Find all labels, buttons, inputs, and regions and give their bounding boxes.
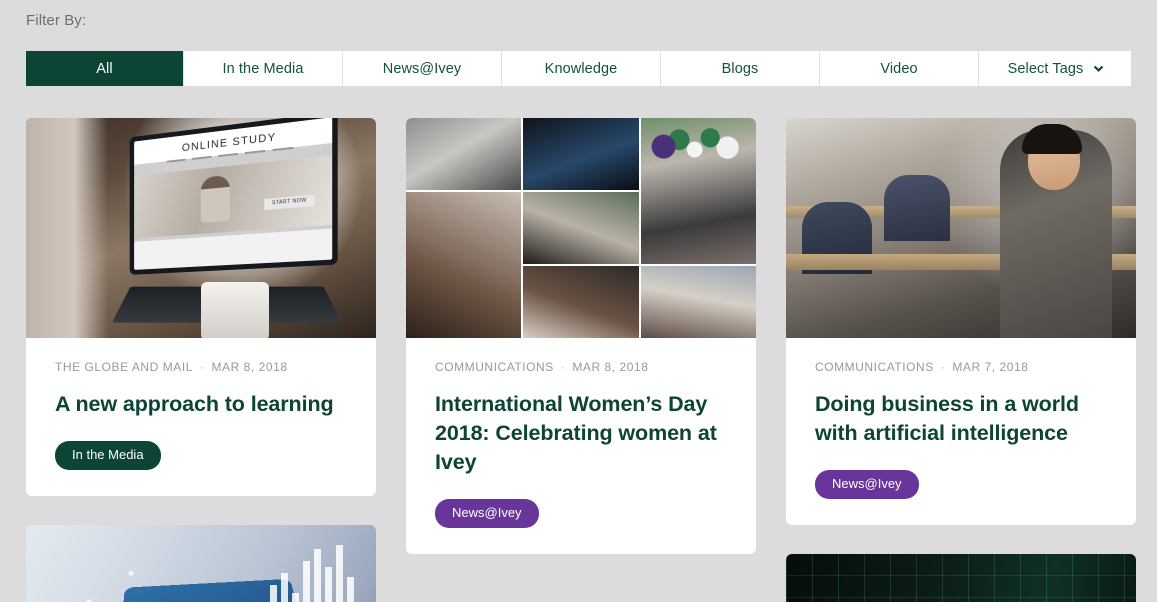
filter-by-label: Filter By:: [26, 12, 87, 29]
filter-tab-bar: All In the Media News@Ivey Knowledge Blo…: [26, 51, 1131, 86]
article-tag-badge[interactable]: In the Media: [55, 441, 161, 470]
article-tag-badge[interactable]: News@Ivey: [815, 470, 919, 499]
filter-tab-all-label: All: [96, 60, 113, 77]
filter-tab-knowledge[interactable]: Knowledge: [502, 51, 661, 86]
filter-tab-blogs-label: Blogs: [721, 60, 759, 77]
article-card[interactable]: [26, 525, 376, 602]
laptop-online-study-photo: ONLINE STUDY START NOW: [26, 118, 376, 338]
meta-separator: ·: [940, 360, 946, 374]
technology-network-tablet-photo: [26, 525, 376, 602]
article-date: MAR 8, 2018: [211, 360, 288, 374]
article-title[interactable]: International Women’s Day 2018: Celebrat…: [435, 390, 727, 477]
filter-tab-blogs[interactable]: Blogs: [661, 51, 820, 86]
article-title[interactable]: Doing business in a world with artificia…: [815, 390, 1107, 448]
article-source: COMMUNICATIONS: [815, 360, 934, 374]
article-meta: COMMUNICATIONS · MAR 7, 2018: [815, 360, 1107, 374]
filter-tab-in-the-media[interactable]: In the Media: [184, 51, 343, 86]
article-title[interactable]: A new approach to learning: [55, 390, 347, 419]
article-card-body: COMMUNICATIONS · MAR 7, 2018 Doing busines…: [786, 338, 1136, 525]
article-tag-badge[interactable]: News@Ivey: [435, 499, 539, 528]
article-source: THE GLOBE AND MAIL: [55, 360, 193, 374]
article-card[interactable]: COMMUNICATIONS · MAR 7, 2018 Doing busines…: [786, 118, 1136, 525]
lecture-speaker-photo: [786, 118, 1136, 338]
article-date: MAR 8, 2018: [572, 360, 649, 374]
filter-tab-news-at-ivey-label: News@Ivey: [382, 60, 462, 77]
article-card[interactable]: [786, 554, 1136, 602]
article-card-body: THE GLOBE AND MAIL · MAR 8, 2018 A new app…: [26, 338, 376, 496]
financial-chart-dark-photo: [786, 554, 1136, 602]
filter-tab-select-tags-label: Select Tags: [1007, 60, 1084, 77]
womens-day-collage-photo: [406, 118, 756, 338]
filter-tab-knowledge-label: Knowledge: [544, 60, 618, 77]
article-column-3: COMMUNICATIONS · MAR 7, 2018 Doing busines…: [786, 118, 1136, 602]
filter-tab-news-at-ivey[interactable]: News@Ivey: [343, 51, 502, 86]
filter-tab-in-the-media-label: In the Media: [222, 60, 304, 77]
article-column-1: ONLINE STUDY START NOW THE GLOBE AND MAI…: [26, 118, 376, 602]
article-card[interactable]: ONLINE STUDY START NOW THE GLOBE AND MAI…: [26, 118, 376, 496]
meta-separator: ·: [199, 360, 205, 374]
filter-tab-all[interactable]: All: [26, 51, 184, 86]
chevron-down-icon: [1092, 63, 1105, 76]
article-source: COMMUNICATIONS: [435, 360, 554, 374]
filter-tab-video-label: Video: [880, 60, 918, 77]
article-card[interactable]: COMMUNICATIONS · MAR 8, 2018 International…: [406, 118, 756, 554]
article-card-grid: ONLINE STUDY START NOW THE GLOBE AND MAI…: [26, 118, 1136, 602]
article-meta: THE GLOBE AND MAIL · MAR 8, 2018: [55, 360, 347, 374]
news-listing-page: Filter By: All In the Media News@Ivey Kn…: [0, 0, 1157, 602]
filter-tab-video[interactable]: Video: [820, 51, 979, 86]
article-card-body: COMMUNICATIONS · MAR 8, 2018 International…: [406, 338, 756, 554]
article-date: MAR 7, 2018: [952, 360, 1029, 374]
filter-tab-select-tags[interactable]: Select Tags: [979, 51, 1131, 86]
article-meta: COMMUNICATIONS · MAR 8, 2018: [435, 360, 727, 374]
meta-separator: ·: [560, 360, 566, 374]
article-column-2: COMMUNICATIONS · MAR 8, 2018 International…: [406, 118, 756, 602]
